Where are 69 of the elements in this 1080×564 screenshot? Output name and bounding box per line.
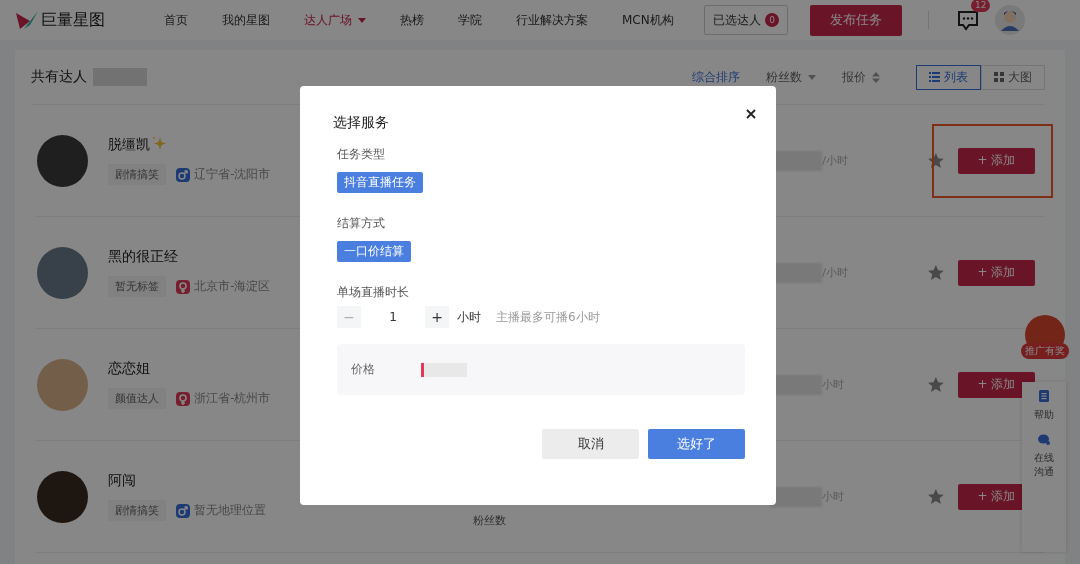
increment-button[interactable]: +	[425, 306, 449, 328]
logo-icon	[16, 11, 38, 29]
promo-badge[interactable]: 推广有奖	[1015, 315, 1075, 367]
female-sign-icon	[176, 391, 191, 406]
person-silhouette-icon	[1000, 9, 1020, 31]
confirm-button[interactable]: 选好了	[648, 429, 745, 459]
field-label: 结算方式	[337, 215, 386, 232]
category-tag: 暂无标签	[108, 276, 167, 297]
nav-link[interactable]: 首页	[164, 11, 188, 29]
cancel-button[interactable]: 取消	[542, 429, 639, 459]
count-badge: 0	[765, 13, 779, 27]
caret-icon	[808, 74, 816, 80]
user-avatar[interactable]	[995, 5, 1025, 35]
view-toggle[interactable]: 列表	[916, 64, 981, 90]
total-label: 共有达人	[31, 68, 87, 86]
unit-label: 小时	[457, 308, 481, 326]
chat-bubble-icon	[1038, 434, 1050, 445]
location-text: 辽宁省-沈阳市	[194, 166, 271, 183]
male-sign-icon	[176, 167, 191, 182]
option-chip[interactable]: 抖音直播任务	[337, 172, 423, 193]
creator-name[interactable]: 阿闯	[108, 472, 137, 490]
creator-name[interactable]: 脱缰凯	[108, 136, 151, 154]
star-icon	[928, 377, 944, 392]
option-chip[interactable]: 一口价结算	[337, 241, 411, 262]
side-tool[interactable]: 在线沟通	[1029, 434, 1059, 479]
category-tag: 剧情搞笑	[108, 164, 167, 185]
view-toggle[interactable]: 大图	[981, 64, 1045, 90]
selected-creators-button[interactable]: 已选达人 0	[704, 5, 788, 35]
field-label: 单场直播时长	[337, 284, 410, 301]
creator-name[interactable]: 黑的很正经	[108, 248, 179, 266]
sort-option[interactable]: 粉丝数	[766, 68, 816, 86]
nav-link[interactable]: 我的星图	[222, 11, 270, 29]
close-button[interactable]	[745, 108, 757, 120]
dialog-title: 选择服务	[333, 114, 389, 132]
publish-task-button[interactable]: 发布任务	[810, 4, 902, 36]
decrement-button[interactable]: −	[337, 306, 361, 328]
logo-text: 巨量星图	[41, 9, 105, 31]
message-icon	[957, 9, 979, 31]
nav-link[interactable]: 热榜	[400, 11, 424, 29]
add-button[interactable]: + 添加	[958, 147, 1035, 174]
nav-link[interactable]: 行业解决方案	[516, 11, 588, 29]
star-icon	[928, 265, 944, 280]
close-icon	[746, 109, 756, 119]
grid-icon	[994, 72, 1004, 82]
field-label: 任务类型	[337, 146, 386, 163]
notification-badge: 12	[971, 0, 991, 12]
star-icon	[928, 153, 944, 168]
promo-label: 推广有奖	[1021, 343, 1069, 359]
hint-text: 主播最多可播6小时	[496, 308, 600, 326]
category-tag: 颜值达人	[108, 388, 167, 409]
category-tag: 剧情搞笑	[108, 500, 167, 521]
quantity-value: 1	[388, 310, 398, 324]
sort-option[interactable]: 综合排序	[692, 68, 740, 86]
stat-label: 粉丝数	[473, 513, 507, 528]
redacted-price	[421, 362, 467, 377]
sort-option[interactable]: 报价	[842, 68, 880, 86]
location-text: 北京市-海淀区	[194, 278, 271, 295]
nav-link[interactable]: 达人广场	[304, 11, 366, 29]
star-icon	[928, 489, 944, 504]
nav-link[interactable]: MCN机构	[622, 11, 674, 29]
creator-name[interactable]: 恋恋姐	[108, 360, 151, 378]
female-sign-icon	[176, 279, 191, 294]
price-label: 价格	[351, 361, 375, 378]
male-sign-icon	[176, 503, 191, 518]
document-icon	[1039, 390, 1049, 402]
sort-icon	[872, 71, 880, 83]
add-button[interactable]: + 添加	[958, 259, 1035, 286]
nav-link[interactable]: 学院	[458, 11, 482, 29]
list-icon	[929, 72, 940, 82]
